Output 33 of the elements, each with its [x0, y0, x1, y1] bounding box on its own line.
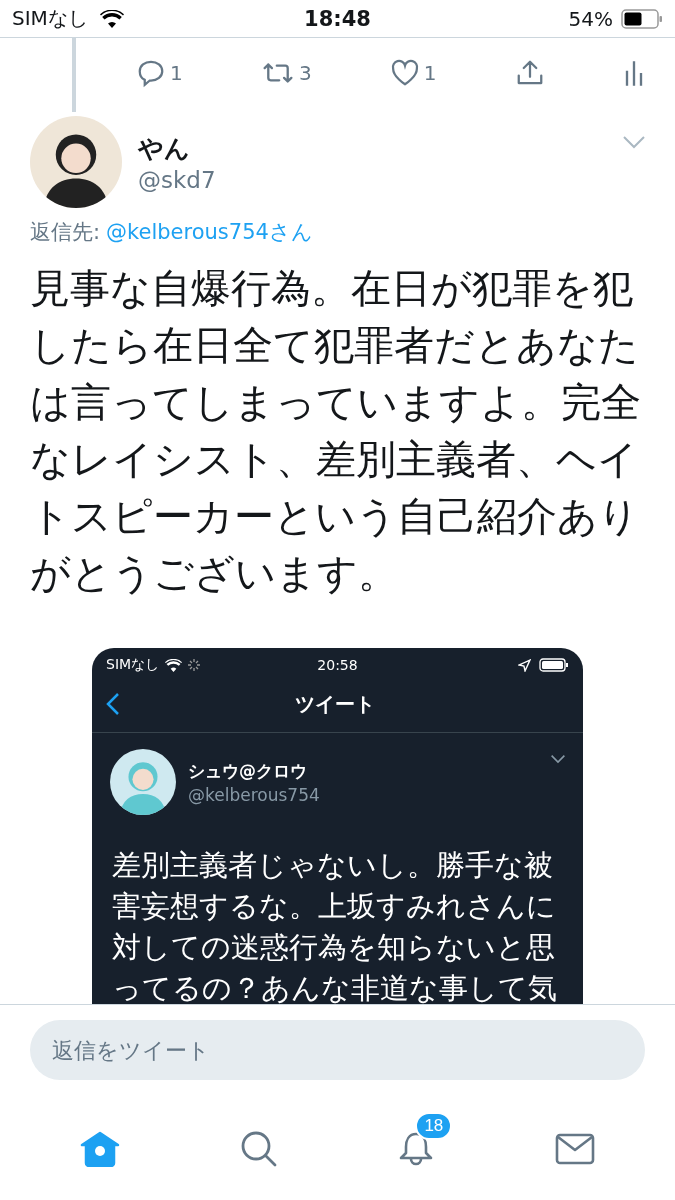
clock-time: 18:48	[304, 6, 371, 31]
clock-time: 20:58	[317, 657, 358, 673]
battery-icon	[621, 8, 663, 29]
notification-badge: 18	[415, 1112, 453, 1140]
location-icon	[518, 658, 531, 672]
action-count: 1	[423, 61, 437, 85]
reply-to-link[interactable]: @kelberous754さん	[106, 218, 313, 246]
user-handle: @skd7	[138, 166, 217, 193]
back-icon[interactable]	[106, 692, 120, 716]
activity-icon	[188, 659, 201, 671]
notifications-tab[interactable]: 18	[367, 1112, 466, 1174]
user-handle: @kelberous754	[188, 784, 321, 805]
carrier-label: SIMなし	[106, 656, 160, 674]
reply-icon	[136, 58, 166, 88]
reply-field[interactable]: 返信をツイート	[30, 1020, 645, 1080]
tweet-text: 差別主義者じゃないし。勝手な被害妄想するな。上坂すみれさんに対しての迷惑行為を知らないと思ってるの？あんな非道な事して気	[112, 848, 558, 1004]
reply-to-label: 返信先:	[30, 219, 101, 246]
chevron-down-icon[interactable]	[551, 755, 565, 764]
search-icon	[239, 1130, 278, 1168]
home-icon	[79, 1131, 120, 1167]
battery-percentage: 54%	[568, 6, 613, 31]
mail-icon	[555, 1133, 596, 1165]
heart-icon	[389, 59, 420, 87]
user-name: シュウ@クロウ	[188, 759, 308, 783]
action-count: 3	[298, 61, 312, 85]
tweet-text: 見事な自爆行為。在日が犯罪を犯したら在日全て犯罪者だとあなたは言ってしまっていますよ。完全なレイシスト、差別主義者、ヘイトスピーカーという自己紹介ありがとうございます。	[30, 264, 642, 598]
action-count: 1	[170, 61, 183, 85]
carrier-label: SIMなし	[12, 5, 88, 32]
wifi-icon	[99, 9, 124, 28]
user-name: やん	[138, 132, 191, 165]
battery-icon	[539, 658, 569, 672]
wifi-icon	[165, 658, 183, 672]
screen-title: ツイート	[293, 690, 376, 718]
